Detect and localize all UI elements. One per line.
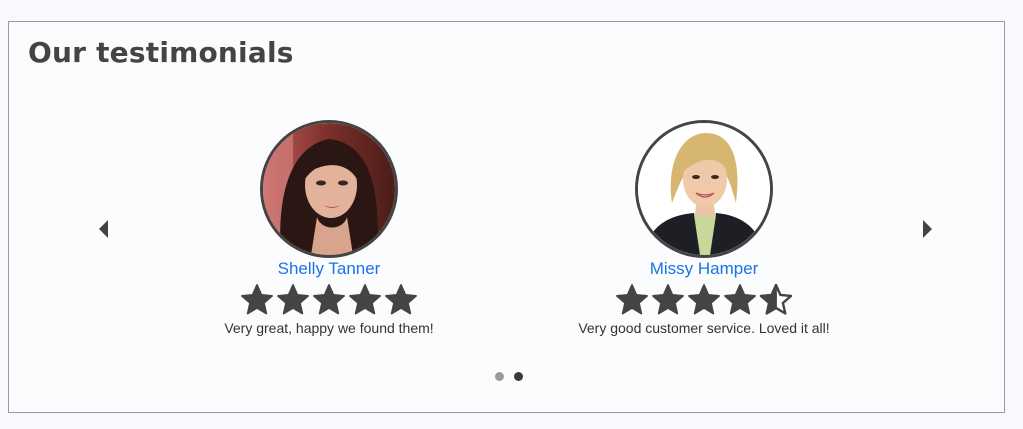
star-full-icon bbox=[383, 282, 419, 318]
testimonial-card: Shelly Tanner Very great, happy we found… bbox=[169, 120, 489, 338]
carousel-dot-1[interactable] bbox=[495, 372, 504, 381]
testimonials-panel: Our testimonials Shelly Tanner Very grea… bbox=[8, 21, 1005, 413]
reviewer-name-link[interactable]: Missy Hamper bbox=[544, 258, 864, 280]
star-rating bbox=[544, 282, 864, 318]
star-full-icon bbox=[614, 282, 650, 318]
star-full-icon bbox=[311, 282, 347, 318]
carousel-prev-button[interactable] bbox=[96, 219, 112, 239]
avatar bbox=[635, 120, 773, 258]
carousel-pagination bbox=[495, 372, 523, 381]
star-full-icon bbox=[275, 282, 311, 318]
star-full-icon bbox=[650, 282, 686, 318]
star-full-icon bbox=[686, 282, 722, 318]
carousel-dot-2-active[interactable] bbox=[514, 372, 523, 381]
star-full-icon bbox=[347, 282, 383, 318]
testimonial-card: Missy Hamper Very good customer service.… bbox=[544, 120, 864, 338]
avatar bbox=[260, 120, 398, 258]
carousel-next-button[interactable] bbox=[919, 219, 935, 239]
caret-right-icon bbox=[923, 220, 932, 238]
star-full-icon bbox=[722, 282, 758, 318]
testimonial-quote: Very great, happy we found them! bbox=[224, 320, 434, 336]
reviewer-name-link[interactable]: Shelly Tanner bbox=[169, 258, 489, 280]
star-rating bbox=[169, 282, 489, 318]
star-half-icon bbox=[758, 282, 794, 318]
section-title: Our testimonials bbox=[28, 36, 294, 69]
caret-left-icon bbox=[99, 220, 108, 238]
testimonial-quote: Very good customer service. Loved it all… bbox=[578, 320, 830, 336]
star-full-icon bbox=[239, 282, 275, 318]
